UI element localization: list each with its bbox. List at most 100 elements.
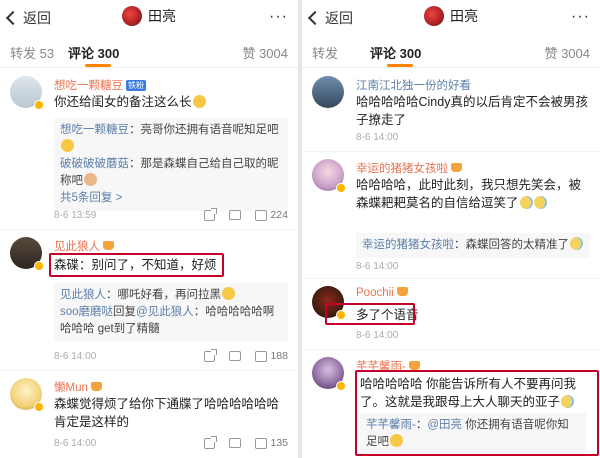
reply-username[interactable]: 想吃一颗糖豆 [60,124,129,136]
thumbs-up-icon [255,350,268,362]
comment-text-content: 哈哈哈哈，此时此刻，我只想先笑会，被森蝶耙耙莫名的自信给逗笑了 [356,178,582,210]
like-count: 188 [270,350,288,362]
reply-box: 想吃一颗糖豆：亮哥你还拥有语音呢知足吧 破破破破蘑菇：那是森蝶自己给自己取的昵称… [54,118,288,211]
comment-icon[interactable] [229,438,242,448]
crown-icon [408,361,420,370]
comment-item: 懒Mun 森蝶觉得烦了给你下通牒了哈哈哈哈哈哈肯定是这样的 8-6 14:00 … [0,372,298,458]
thumbs-up-icon [255,209,268,221]
like-button[interactable]: 224 [255,209,288,221]
comment-time: 8-6 14:00 [54,351,97,362]
verified-badge-icon [34,100,44,110]
more-replies-link[interactable]: 共5条回复 > [60,190,282,207]
comment-text: 哈哈哈哈，此时此刻，我只想先笑会，被森蝶耙耙莫名的自信给逗笑了 [356,176,590,212]
emoji-icon [222,287,235,300]
emoji-icon [84,173,97,186]
verified-badge-icon [34,261,44,271]
username-text: 幸运的猪猪女孩啦 [356,163,448,175]
comment-meta: 8-6 13:59 224 [54,207,288,224]
top-bar: 返回 田亮 ··· [302,0,600,34]
comment-icon[interactable] [229,210,242,220]
tab-comment[interactable]: 评论 300 [370,43,421,62]
comment-text-content: 哈哈哈哈哈 你能告诉所有人不要再问我了。这就是我跟母上大人聊天的亚子 [360,377,576,409]
verified-badge-icon [34,402,44,412]
laughing-crying-emoji-icon [561,395,575,408]
comment-username[interactable]: 江南江北独一份的好看 [356,77,471,93]
tab-like[interactable]: 赞 3004 [544,43,590,62]
comment-username[interactable]: 懒Mun [54,379,102,395]
laughing-crying-emoji-icon [519,196,533,209]
username-text: 想吃一颗糖豆 [54,80,123,92]
comment-item: 幸运的猪猪女孩啦 哈哈哈哈，此时此刻，我只想先笑会，被森蝶耙耙莫名的自信给逗笑了… [302,153,600,279]
tab-repost[interactable]: 转发 [312,43,338,62]
more-icon[interactable]: ··· [269,8,288,26]
comment-username[interactable]: Poochii [356,287,408,299]
comment-text: 哈哈哈哈哈Cindy真的以后肯定不会被男孩子撩走了 [356,95,588,127]
comment-meta: 8-6 14:00 188 [54,348,288,365]
emoji-icon [61,139,74,152]
comment-text: 森蝶觉得烦了给你下通牒了哈哈哈哈哈哈肯定是这样的 [54,397,280,429]
comment-text: 森碟：别问了，不知道，好烦 [54,256,288,274]
comment-text-content: 你还给闺女的备注这么长 [54,95,192,109]
comment-item: 芊芊馨雨- 哈哈哈哈哈 你能告诉所有人不要再问我了。这就是我跟母上大人聊天的亚子… [302,351,600,458]
crown-icon [451,163,462,172]
like-count: 135 [270,437,288,449]
comment-username[interactable]: 幸运的猪猪女孩啦 [356,160,462,176]
comment-meta: 8-6 14:00 [356,330,590,344]
reply-username[interactable]: 见此狼人 [60,289,106,301]
username-text: 芊芊馨雨- [356,361,406,373]
reply-text: ：亮哥你还拥有语音呢知足吧 [129,124,279,136]
comment-time: 8-6 14:00 [356,132,399,143]
share-icon[interactable] [204,207,218,221]
reply-username[interactable]: 芊芊馨雨- [366,419,416,431]
tab-underline [387,64,413,67]
reply-username[interactable]: 破破破破蘑菇 [60,158,129,170]
comment-item: Poochii 多了个语音 8-6 14:00 [302,280,600,350]
reply-mention[interactable]: @田亮 [427,419,462,431]
reply-text: ：哪吒好看，再问拉黑 [106,289,221,301]
reply-text: ：森蝶回答的太精准了 [454,239,569,251]
reply-connector: 回复 [113,306,137,318]
crown-icon [396,287,408,296]
tab-repost[interactable]: 转发 53 [10,43,54,62]
more-icon[interactable]: ··· [571,8,590,26]
comment-username[interactable]: 见此狼人 [54,238,114,254]
crown-icon [103,241,114,250]
reply-mention[interactable]: @见此狼人 [136,306,194,318]
reply-line: 见此狼人：哪吒好看，再问拉黑 [60,287,282,304]
emoji-icon [390,434,403,447]
share-icon[interactable] [204,348,218,362]
comment-username[interactable]: 想吃一颗糖豆 铁粉 [54,77,146,93]
author-avatar [122,6,142,26]
username-text: 见此狼人 [54,241,100,253]
post-author-title[interactable]: 田亮 [0,6,298,26]
reply-connector: ： [415,419,428,431]
reply-box: 见此狼人：哪吒好看，再问拉黑 soo磨磨哒回复@见此狼人：哈哈哈哈哈啊哈哈哈 g… [54,283,288,342]
reply-username[interactable]: soo磨磨哒 [60,306,113,318]
comment-meta: 8-6 14:00 135 [54,435,288,452]
tab-comment[interactable]: 评论 300 [68,43,119,62]
post-author-title[interactable]: 田亮 [302,6,600,26]
comment-icon[interactable] [229,351,242,361]
author-name: 田亮 [148,8,176,24]
comment-time: 8-6 14:00 [356,261,399,272]
reply-line: 想吃一颗糖豆：亮哥你还拥有语音呢知足吧 [60,122,282,156]
comment-item: 见此狼人 森碟：别问了，不知道，好烦 见此狼人：哪吒好看，再问拉黑 soo磨磨哒… [0,231,298,371]
comment-time: 8-6 13:59 [54,210,97,221]
comment-meta: 8-6 14:00 [356,132,590,146]
laughing-crying-emoji-icon [533,196,547,209]
comment-item: 想吃一颗糖豆 铁粉 你还给闺女的备注这么长 想吃一颗糖豆：亮哥你还拥有语音呢知足吧… [0,70,298,230]
reply-box: 芊芊馨雨-：@田亮 你还拥有语音呢你知足吧 [360,413,586,455]
reply-line: 幸运的猪猪女孩啦：森蝶回答的太精准了 [362,237,584,254]
crown-icon [90,382,102,391]
share-icon[interactable] [204,435,218,449]
comment-item: 江南江北独一份的好看 哈哈哈哈哈Cindy真的以后肯定不会被男孩子撩走了 8-6… [302,70,600,152]
avatar[interactable] [312,76,344,108]
tab-like[interactable]: 赞 3004 [242,43,288,62]
author-avatar [424,6,444,26]
reply-username[interactable]: 幸运的猪猪女孩啦 [362,239,454,251]
comment-meta: 8-6 14:00 [356,261,590,275]
comment-username[interactable]: 芊芊馨雨- [356,358,420,374]
like-button[interactable]: 188 [255,350,288,362]
comment-text: 你还给闺女的备注这么长 [54,93,288,111]
like-button[interactable]: 135 [255,437,288,449]
